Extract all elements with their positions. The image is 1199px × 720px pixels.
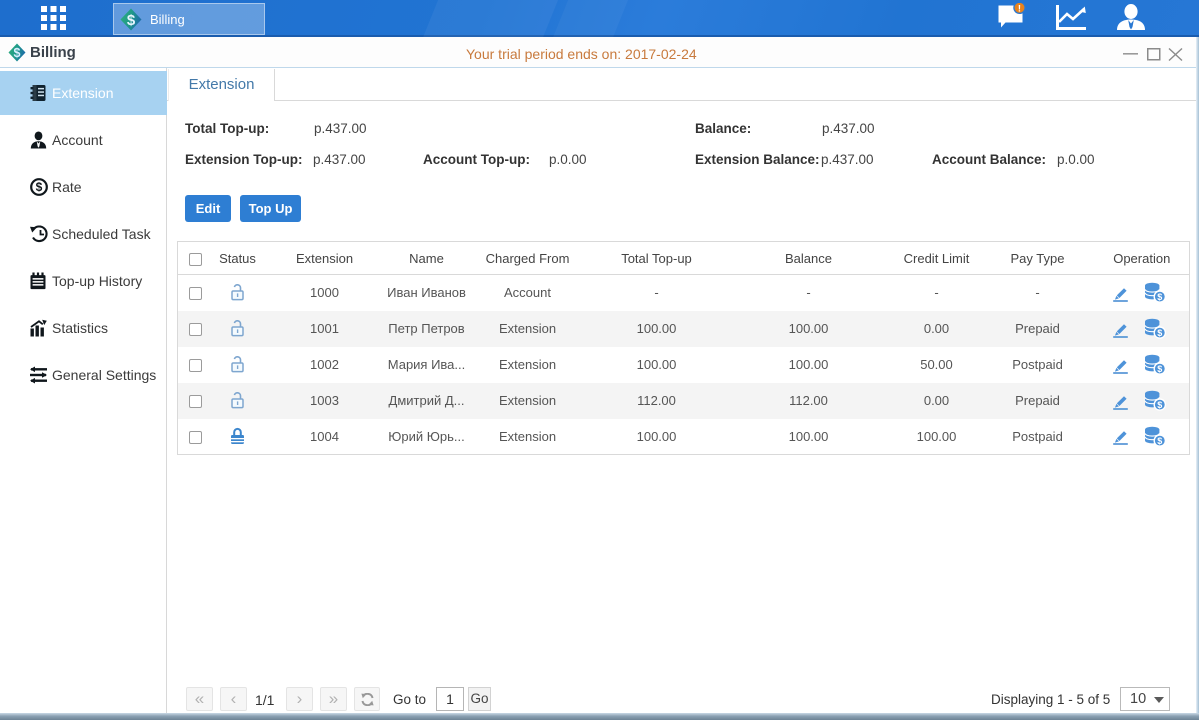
svg-text:$: $ [1157,400,1162,410]
svg-text:$: $ [127,12,136,29]
svg-text:$: $ [36,180,43,194]
svg-text:!: ! [1018,4,1021,15]
svg-text:$: $ [1157,292,1162,302]
svg-text:$: $ [1157,328,1162,338]
svg-text:$: $ [14,46,21,60]
svg-text:$: $ [1157,364,1162,374]
svg-text:$: $ [1157,436,1162,446]
